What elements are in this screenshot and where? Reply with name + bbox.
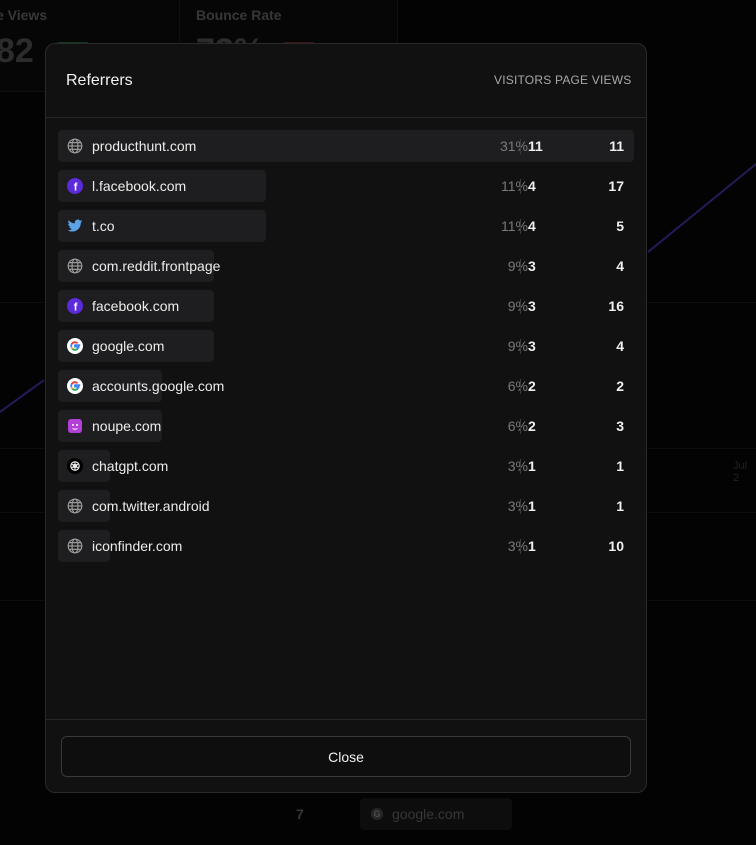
referrer-page-views: 3 — [616, 418, 624, 434]
referrer-visitors: 2 — [528, 378, 536, 394]
referrer-name[interactable]: producthunt.com — [92, 138, 196, 154]
referrer-page-views: 10 — [608, 538, 624, 554]
column-divider — [520, 539, 521, 554]
referrer-visitors: 1 — [528, 498, 536, 514]
referrer-name[interactable]: noupe.com — [92, 418, 161, 434]
globe-icon — [67, 138, 83, 154]
close-button[interactable]: Close — [61, 736, 631, 777]
referrer-percent: 3% — [507, 498, 528, 514]
referrer-visitors: 4 — [528, 178, 536, 194]
referrer-visitors: 3 — [528, 338, 536, 354]
referrer-visitors: 1 — [528, 458, 536, 474]
referrer-page-views: 1 — [616, 498, 624, 514]
referrer-name[interactable]: com.twitter.android — [92, 498, 210, 514]
referrer-name[interactable]: iconfinder.com — [92, 538, 182, 554]
referrer-page-views: 4 — [616, 258, 624, 274]
referrer-name[interactable]: google.com — [92, 338, 164, 354]
referrer-page-views: 16 — [608, 298, 624, 314]
referrer-visitors: 2 — [528, 418, 536, 434]
referrer-percent: 11% — [501, 218, 528, 234]
referrer-name[interactable]: l.facebook.com — [92, 178, 186, 194]
referrer-row[interactable]: t.co 11% 4 5 — [58, 210, 634, 242]
facebook-icon: f — [67, 178, 83, 194]
noupe-icon — [67, 418, 83, 434]
facebook-icon: f — [67, 298, 83, 314]
column-divider — [520, 179, 521, 194]
referrer-page-views: 5 — [616, 218, 624, 234]
referrer-row[interactable]: accounts.google.com 6% 2 2 — [58, 370, 634, 402]
visitors-column-header: VISITORS — [494, 73, 552, 87]
column-divider — [520, 419, 521, 434]
svg-text:f: f — [74, 302, 78, 314]
referrer-percent: 11% — [501, 178, 528, 194]
column-divider — [520, 379, 521, 394]
referrer-row[interactable]: iconfinder.com 3% 1 10 — [58, 530, 634, 562]
google-icon — [67, 378, 83, 394]
column-divider — [520, 459, 521, 474]
referrer-name[interactable]: chatgpt.com — [92, 458, 168, 474]
referrer-row[interactable]: chatgpt.com 3% 1 1 — [58, 450, 634, 482]
referrer-percent: 6% — [507, 378, 528, 394]
referrer-page-views: 2 — [616, 378, 624, 394]
referrer-page-views: 17 — [608, 178, 624, 194]
svg-text:f: f — [74, 182, 78, 194]
referrer-row[interactable]: f facebook.com 9% 3 16 — [58, 290, 634, 322]
column-divider — [520, 139, 521, 154]
chatgpt-icon — [67, 458, 83, 474]
referrer-visitors: 1 — [528, 538, 536, 554]
referrer-name[interactable]: com.reddit.frontpage — [92, 258, 220, 274]
globe-icon — [67, 258, 83, 274]
column-divider — [520, 299, 521, 314]
referrer-row[interactable]: producthunt.com 31% 11 11 — [58, 130, 634, 162]
referrer-percent: 6% — [507, 418, 528, 434]
referrer-name[interactable]: accounts.google.com — [92, 378, 224, 394]
globe-icon — [67, 498, 83, 514]
referrer-row[interactable]: f l.facebook.com 11% 4 17 — [58, 170, 634, 202]
referrers-modal: Referrers VISITORS PAGE VIEWS producthun… — [45, 43, 647, 793]
modal-title: Referrers — [66, 72, 133, 89]
referrer-row[interactable]: google.com 9% 3 4 — [58, 330, 634, 362]
referrer-percent: 9% — [507, 338, 528, 354]
referrer-percent: 3% — [507, 538, 528, 554]
referrer-page-views: 1 — [616, 458, 624, 474]
referrer-percent: 3% — [507, 458, 528, 474]
referrer-row[interactable]: com.reddit.frontpage 9% 3 4 — [58, 250, 634, 282]
referrer-percent: 31% — [499, 138, 528, 154]
column-divider — [520, 499, 521, 514]
referrer-percent: 9% — [507, 258, 528, 274]
column-divider — [520, 339, 521, 354]
globe-icon — [67, 538, 83, 554]
column-divider — [520, 219, 521, 234]
page-views-column-header: PAGE VIEWS — [555, 73, 632, 87]
referrer-visitors: 11 — [528, 138, 543, 154]
modal-footer: Close — [46, 719, 646, 792]
referrer-visitors: 4 — [528, 218, 536, 234]
referrer-name[interactable]: t.co — [92, 218, 115, 234]
referrer-visitors: 3 — [528, 298, 536, 314]
referrer-share-bar — [58, 210, 266, 242]
twitter-icon — [67, 218, 83, 234]
referrer-row[interactable]: noupe.com 6% 2 3 — [58, 410, 634, 442]
referrer-page-views: 4 — [616, 338, 624, 354]
modal-header: Referrers VISITORS PAGE VIEWS — [46, 44, 646, 118]
referrers-list: producthunt.com 31% 11 11 f l.facebook.com 11%… — [58, 130, 634, 570]
referrer-name[interactable]: facebook.com — [92, 298, 179, 314]
referrer-visitors: 3 — [528, 258, 536, 274]
referrer-row[interactable]: com.twitter.android 3% 1 1 — [58, 490, 634, 522]
column-divider — [520, 259, 521, 274]
referrer-percent: 9% — [507, 298, 528, 314]
referrer-page-views: 11 — [609, 138, 624, 154]
google-icon — [67, 338, 83, 354]
